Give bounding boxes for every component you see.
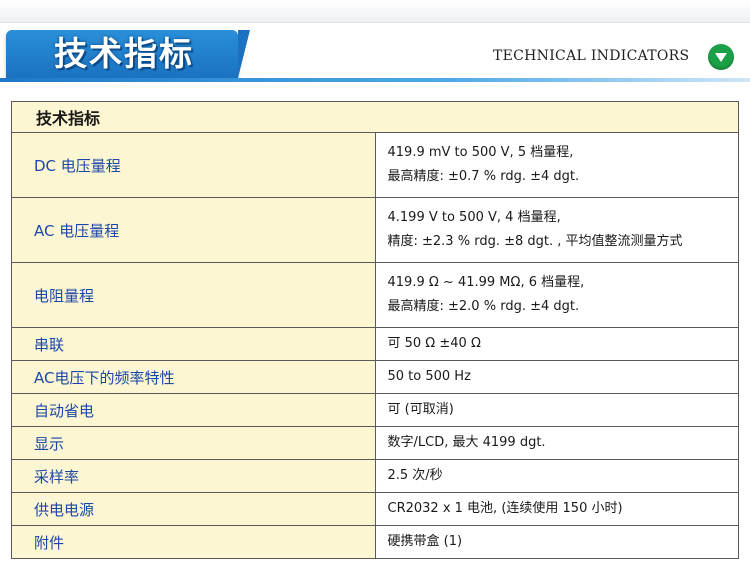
- row-value: CR2032 x 1 电池, (连续使用 150 小时): [374, 492, 739, 526]
- value-line: 最高精度: ±0.7 % rdg. ±4 dgt.: [387, 169, 580, 184]
- row-label: DC 电压量程: [11, 132, 376, 198]
- banner-title: 技术指标: [54, 34, 194, 73]
- table-row: 供电电源 CR2032 x 1 电池, (连续使用 150 小时): [11, 492, 739, 526]
- table-row: 附件 硬携带盒 (1): [11, 525, 739, 559]
- value-line: 4.199 V to 500 V, 4 档量程,: [387, 210, 561, 225]
- table-row: 串联 可 50 Ω ±40 Ω: [11, 327, 739, 361]
- table-row: DC 电压量程 419.9 mV to 500 V, 5 档量程, 最高精度: …: [11, 132, 739, 198]
- section-banner: 技术指标: [6, 30, 250, 78]
- table-header-label: 技术指标: [11, 101, 739, 133]
- row-label: 自动省电: [11, 393, 376, 427]
- row-value: 419.9 Ω ~ 41.99 MΩ, 6 档量程, 最高精度: ±2.0 % …: [374, 262, 739, 328]
- row-value: 可 (可取消): [374, 393, 739, 427]
- english-title: TECHNICAL INDICATORS: [493, 48, 690, 64]
- row-value: 2.5 次/秒: [374, 459, 739, 493]
- row-label: 串联: [11, 327, 376, 361]
- value-line: 419.9 Ω ~ 41.99 MΩ, 6 档量程,: [387, 275, 585, 290]
- row-value: 4.199 V to 500 V, 4 档量程, 精度: ±2.3 % rdg.…: [374, 197, 739, 263]
- row-value: 数字/LCD, 最大 4199 dgt.: [374, 426, 739, 460]
- table-header-row: 技术指标: [11, 101, 739, 133]
- value-line: 419.9 mV to 500 V, 5 档量程,: [387, 145, 574, 160]
- row-value: 硬携带盒 (1): [374, 525, 739, 559]
- value-line: 最高精度: ±2.0 % rdg. ±4 dgt.: [387, 299, 580, 314]
- row-label: 显示: [11, 426, 376, 460]
- value-line: 精度: ±2.3 % rdg. ±8 dgt. , 平均值整流测量方式: [387, 234, 683, 249]
- row-label: 采样率: [11, 459, 376, 493]
- table-row: 自动省电 可 (可取消): [11, 393, 739, 427]
- row-value: 419.9 mV to 500 V, 5 档量程, 最高精度: ±0.7 % r…: [374, 132, 739, 198]
- spec-table: 技术指标 DC 电压量程 419.9 mV to 500 V, 5 档量程, 最…: [11, 101, 739, 559]
- table-row: 电阻量程 419.9 Ω ~ 41.99 MΩ, 6 档量程, 最高精度: ±2…: [11, 262, 739, 328]
- table-row: 采样率 2.5 次/秒: [11, 459, 739, 493]
- top-band: [0, 0, 750, 23]
- row-value: 50 to 500 Hz: [374, 360, 739, 394]
- row-value: 可 50 Ω ±40 Ω: [374, 327, 739, 361]
- row-label: 附件: [11, 525, 376, 559]
- table-row: 显示 数字/LCD, 最大 4199 dgt.: [11, 426, 739, 460]
- row-label: 供电电源: [11, 492, 376, 526]
- table-row: AC电压下的频率特性 50 to 500 Hz: [11, 360, 739, 394]
- table-row: AC 电压量程 4.199 V to 500 V, 4 档量程, 精度: ±2.…: [11, 197, 739, 263]
- header-divider: [0, 78, 750, 82]
- row-label: AC电压下的频率特性: [11, 360, 376, 394]
- row-label: 电阻量程: [11, 262, 376, 328]
- section-header: 技术指标 TECHNICAL INDICATORS: [0, 22, 750, 92]
- row-label: AC 电压量程: [11, 197, 376, 263]
- chevron-down-circle-icon[interactable]: [708, 44, 734, 70]
